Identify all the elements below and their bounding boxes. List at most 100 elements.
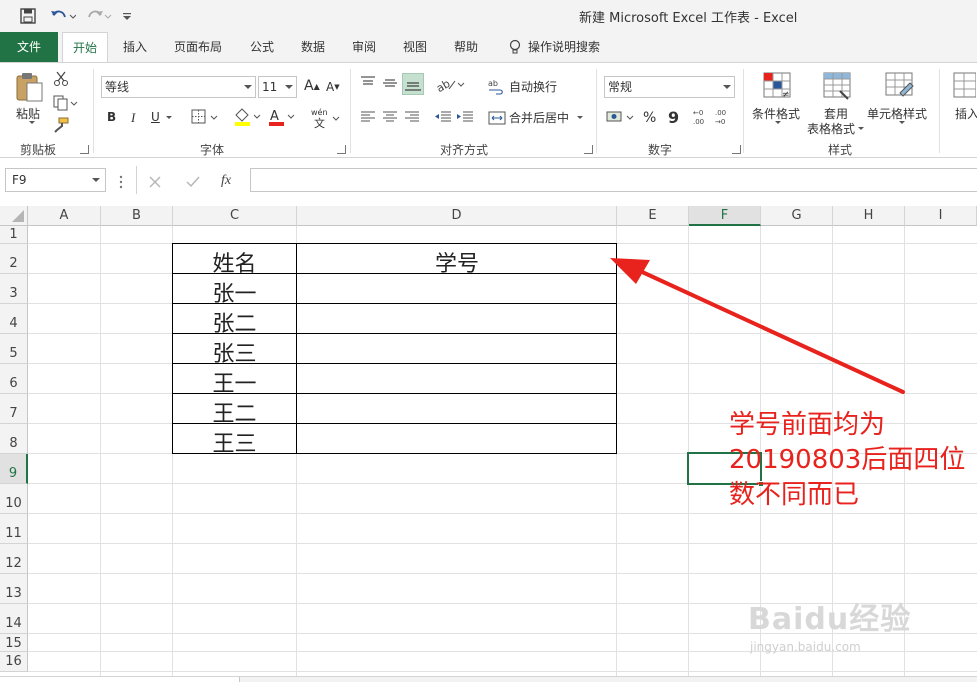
cut-icon[interactable] — [53, 71, 69, 91]
tab-help[interactable]: 帮助 — [454, 32, 478, 62]
cell-styles-icon[interactable] — [884, 71, 914, 105]
tell-me-search[interactable]: 操作说明搜索 — [508, 32, 600, 62]
middle-align-icon[interactable] — [382, 75, 398, 95]
font-name-select[interactable]: 等线 — [101, 76, 256, 98]
name-box[interactable]: F9 — [5, 168, 106, 192]
conditional-formatting-button[interactable]: 条件格式 — [752, 105, 800, 122]
percent-style-button[interactable]: % — [643, 110, 656, 126]
svg-text:.00: .00 — [693, 118, 704, 126]
group-label-font: 字体 — [200, 143, 225, 157]
increase-indent-icon[interactable] — [456, 109, 474, 129]
lightbulb-icon — [509, 39, 521, 54]
format-painter-icon[interactable] — [53, 117, 69, 137]
bottom-align-icon[interactable] — [402, 73, 424, 95]
horizontal-scroll-area[interactable] — [0, 677, 240, 682]
decrease-indent-icon[interactable] — [434, 109, 452, 129]
group-separator — [93, 69, 94, 153]
insert-cells-button[interactable]: 插入 — [955, 105, 977, 122]
tab-insert[interactable]: 插入 — [123, 32, 147, 62]
svg-text:.00: .00 — [715, 109, 726, 117]
save-icon[interactable] — [20, 6, 36, 26]
number-launcher-icon[interactable] — [732, 145, 741, 154]
decrease-decimal-icon[interactable]: .00 →0 — [714, 107, 732, 131]
customize-qat-icon[interactable] — [122, 6, 132, 26]
group-separator — [350, 69, 351, 153]
tell-me-label: 操作说明搜索 — [528, 40, 601, 54]
svg-text:→0: →0 — [715, 118, 725, 126]
align-left-icon[interactable] — [360, 109, 376, 129]
redo-icon[interactable] — [86, 6, 112, 26]
excel-window: 新建 Microsoft Excel 工作表 - Excel 文件 开始 插入 … — [0, 0, 977, 682]
baidu-watermark-url: jingyan.baidu.com — [750, 640, 861, 654]
annotation-note: 学号前面均为 20190803后面四位 数不同而已 — [729, 408, 977, 513]
cell-styles-button[interactable]: 单元格样式 — [867, 105, 927, 122]
font-launcher-icon[interactable] — [337, 145, 346, 154]
formula-divider — [136, 166, 137, 194]
cancel-icon[interactable] — [148, 174, 162, 193]
font-color-icon[interactable]: A — [267, 107, 297, 131]
comma-style-button[interactable]: 9 — [668, 108, 679, 127]
baidu-watermark-logo: Baidu经验 — [748, 602, 912, 637]
phonetic-icon[interactable]: wén 文 — [309, 107, 341, 133]
fill-color-icon[interactable] — [233, 107, 263, 131]
svg-text:←0: ←0 — [693, 109, 703, 117]
ribbon-home: 粘贴 剪贴板 等线 11 A ▲ A ▼ B I U A wén 文 字体 ab… — [0, 62, 977, 158]
tab-view[interactable]: 视图 — [403, 32, 427, 62]
group-label-clipboard: 剪贴板 — [20, 143, 57, 157]
cell-styles-dropdown-icon[interactable] — [896, 121, 905, 124]
svg-text:wén: wén — [311, 107, 328, 117]
wrap-text-icon: ab — [488, 79, 503, 95]
tab-data[interactable]: 数据 — [301, 32, 325, 62]
annotation-line-3: 数不同而已 — [729, 480, 860, 510]
insert-cells-icon[interactable] — [952, 71, 977, 105]
increase-decimal-icon[interactable]: ←0.00 — [692, 107, 710, 131]
tab-file[interactable]: 文件 — [0, 32, 58, 62]
annotation-line-1: 学号前面均为 — [729, 410, 886, 440]
wrap-text-button[interactable]: ab 自动换行 — [488, 78, 557, 95]
number-format-select[interactable]: 常规 — [604, 76, 735, 98]
svg-text:ab: ab — [436, 77, 452, 93]
grow-font-button[interactable]: A ▲ — [304, 78, 320, 94]
undo-icon[interactable] — [50, 6, 76, 26]
underline-button[interactable]: U — [151, 110, 172, 124]
group-separator — [743, 69, 744, 153]
copy-icon[interactable] — [53, 95, 79, 115]
more-options-icon[interactable] — [118, 174, 124, 193]
format-as-table-button[interactable]: 表格格式 — [807, 120, 865, 137]
paste-icon[interactable] — [14, 71, 46, 107]
paste-button[interactable]: 粘贴 — [16, 105, 40, 122]
tab-page-layout[interactable]: 页面布局 — [174, 32, 222, 62]
align-center-icon[interactable] — [382, 109, 398, 129]
svg-text:文: 文 — [314, 116, 325, 129]
enter-icon[interactable] — [185, 174, 201, 193]
accounting-format-icon[interactable] — [606, 109, 636, 129]
title-bar: 新建 Microsoft Excel 工作表 - Excel — [0, 0, 977, 32]
clipboard-launcher-icon[interactable] — [80, 145, 89, 154]
italic-button[interactable]: I — [131, 110, 135, 126]
shrink-font-button[interactable]: A ▼ — [326, 80, 340, 94]
paste-dropdown-icon[interactable] — [26, 121, 35, 124]
bold-button[interactable]: B — [107, 110, 116, 124]
svg-text:≠: ≠ — [782, 90, 790, 100]
group-separator — [596, 69, 597, 153]
merge-center-icon — [488, 111, 506, 124]
sheet-tab-bar — [0, 676, 977, 682]
formula-bar: F9 fx — [0, 158, 977, 206]
formula-input[interactable] — [250, 168, 977, 192]
font-size-select[interactable]: 11 — [258, 76, 297, 98]
format-as-table-icon[interactable] — [822, 71, 852, 105]
orientation-icon[interactable]: ab — [434, 75, 466, 97]
insert-function-button[interactable]: fx — [221, 173, 231, 189]
conditional-formatting-dropdown-icon[interactable] — [772, 121, 781, 124]
tab-home[interactable]: 开始 — [62, 32, 108, 63]
alignment-launcher-icon[interactable] — [584, 145, 593, 154]
merge-center-button[interactable]: 合并后居中 — [488, 109, 584, 126]
window-title: 新建 Microsoft Excel 工作表 - Excel — [579, 11, 798, 26]
top-align-icon[interactable] — [360, 75, 376, 95]
conditional-formatting-icon[interactable]: ≠ — [762, 71, 792, 105]
annotation-line-2: 20190803后面四位 — [729, 445, 966, 475]
tab-review[interactable]: 审阅 — [352, 32, 376, 62]
align-right-icon[interactable] — [404, 109, 420, 129]
borders-icon[interactable] — [191, 109, 219, 129]
tab-formulas[interactable]: 公式 — [250, 32, 274, 62]
